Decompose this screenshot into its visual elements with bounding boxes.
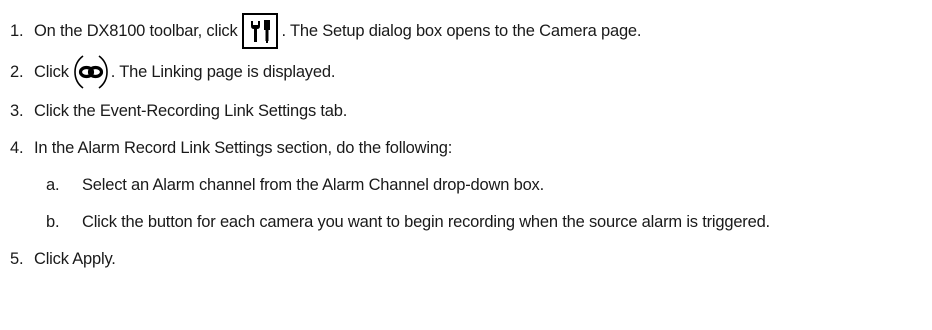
step-4: 4. In the Alarm Record Link Settings sec…: [10, 133, 452, 163]
step-text-after: . The Setup dialog box opens to the Came…: [281, 21, 642, 40]
link-chain-icon: [73, 54, 109, 90]
step-number: 3.: [10, 101, 24, 120]
step-number: 5.: [10, 249, 24, 268]
substep-a: a. Select an Alarm channel from the Alar…: [46, 170, 544, 200]
step-text-before: Click: [34, 62, 69, 81]
substep-letter: a.: [46, 175, 60, 194]
substep-letter: b.: [46, 212, 60, 231]
setup-tools-icon: [241, 13, 278, 49]
substep-b: b. Click the button for each camera you …: [46, 207, 770, 237]
step-text-after: . The Linking page is displayed.: [110, 62, 336, 81]
step-number: 1.: [10, 21, 24, 40]
step-text: In the Alarm Record Link Settings sectio…: [34, 138, 453, 157]
step-text: Click Apply.: [34, 249, 116, 268]
substep-text: Select an Alarm channel from the Alarm C…: [82, 175, 544, 194]
substep-text: Click the button for each camera you wan…: [82, 212, 770, 231]
step-text: Click the Event-Recording Link Settings …: [34, 101, 348, 120]
step-1: 1. On the DX8100 toolbar, click . The Se…: [10, 13, 642, 49]
step-number: 4.: [10, 138, 24, 157]
step-5: 5. Click Apply.: [10, 244, 116, 274]
step-number: 2.: [10, 62, 24, 81]
step-2: 2. Click . The Linking page is displayed…: [10, 54, 336, 90]
step-3: 3. Click the Event-Recording Link Settin…: [10, 96, 347, 126]
step-text-before: On the DX8100 toolbar, click: [34, 21, 238, 40]
